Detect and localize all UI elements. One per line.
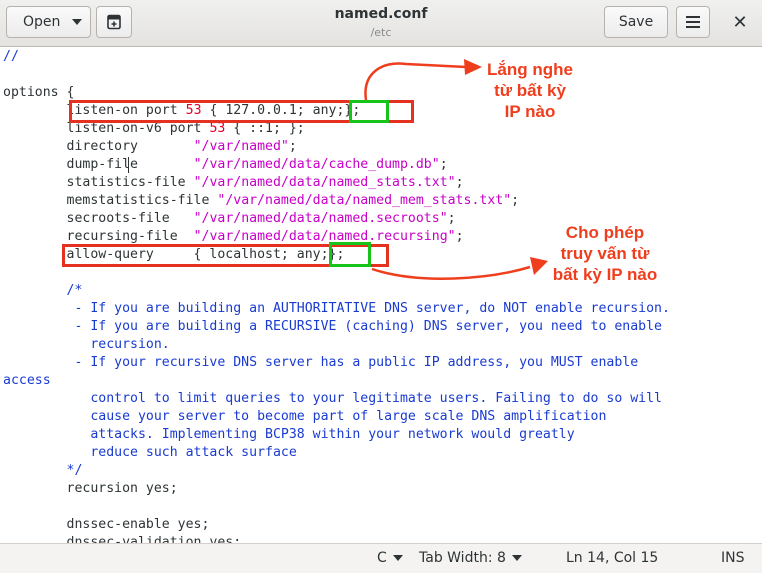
menu-button[interactable] — [676, 6, 710, 38]
text-editor[interactable]: // options { listen-on port 53 { 127.0.0… — [0, 47, 762, 543]
open-button[interactable]: Open — [6, 6, 91, 38]
window-subtitle: /etc — [370, 26, 392, 39]
open-label: Open — [23, 14, 61, 30]
chevron-down-icon — [392, 555, 403, 561]
tab-width-selector[interactable]: Tab Width: 8 — [419, 550, 522, 566]
status-bar: C Tab Width: 8 Ln 14, Col 15 INS — [0, 543, 762, 573]
window-title: named.conf — [334, 6, 428, 22]
close-button[interactable]: ✕ — [724, 6, 756, 38]
chevron-down-icon — [72, 19, 83, 25]
language-selector[interactable]: C — [377, 550, 403, 566]
new-document-button[interactable] — [96, 6, 132, 38]
listen-annotation: Lắng nghe từ bất kỳ IP nào — [487, 60, 573, 121]
insert-mode-indicator: INS — [721, 550, 745, 566]
save-button[interactable]: Save — [604, 6, 668, 38]
hamburger-menu-icon — [686, 16, 700, 28]
chevron-down-icon — [511, 555, 522, 561]
annotation-arrows — [364, 59, 548, 280]
new-document-icon — [107, 14, 121, 30]
cursor-position[interactable]: Ln 14, Col 15 — [566, 550, 658, 566]
close-icon: ✕ — [732, 11, 748, 33]
query-annotation: Cho phép truy vấn từ bất kỳ IP nào — [552, 223, 658, 284]
header-bar: Open named.conf /etc Save ✕ — [0, 0, 762, 47]
